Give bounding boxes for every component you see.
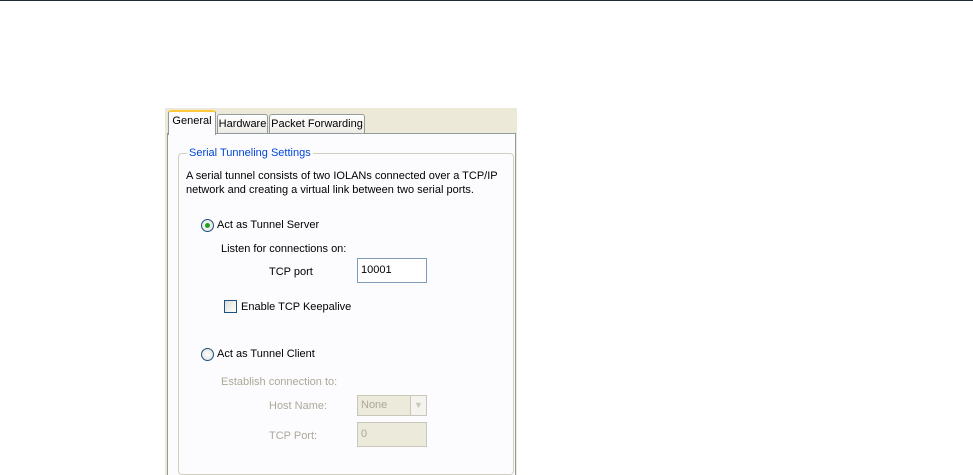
tab-general[interactable]: General	[168, 110, 216, 135]
tcp-keepalive-checkbox[interactable]	[224, 300, 237, 313]
serial-tunneling-groupbox: Serial Tunneling Settings A serial tunne…	[178, 146, 514, 475]
tunnel-server-label[interactable]: Act as Tunnel Server	[217, 218, 319, 232]
host-name-select[interactable]: None ▼	[357, 395, 427, 416]
description-line-2: network and creating a virtual link betw…	[186, 184, 474, 196]
properties-dialog: General Hardware Packet Forwarding Seria…	[165, 108, 517, 475]
tunnel-server-radio[interactable]	[201, 219, 214, 232]
listen-label: Listen for connections on:	[221, 243, 347, 255]
top-divider	[0, 0, 973, 1]
host-name-selected-value: None	[361, 399, 388, 411]
description-line-1: A serial tunnel consists of two IOLANs c…	[186, 170, 498, 182]
radio-selected-dot	[205, 223, 210, 228]
tab-strip: General Hardware Packet Forwarding	[165, 108, 517, 135]
tunnel-client-radio[interactable]	[201, 348, 214, 361]
tunnel-client-label[interactable]: Act as Tunnel Client	[217, 347, 315, 361]
client-tcp-port-input[interactable]: 0	[357, 422, 427, 447]
tcp-keepalive-label[interactable]: Enable TCP Keepalive	[241, 300, 351, 314]
server-tcp-port-label: TCP port	[269, 266, 313, 278]
group-title: Serial Tunneling Settings	[187, 146, 313, 160]
client-tcp-port-label: TCP Port:	[269, 430, 318, 442]
server-tcp-port-input[interactable]: 10001	[357, 258, 427, 283]
tab-hardware[interactable]: Hardware	[217, 114, 268, 133]
establish-label: Establish connection to:	[221, 376, 338, 388]
host-name-label: Host Name:	[269, 400, 328, 412]
chevron-down-icon[interactable]: ▼	[410, 396, 426, 415]
tab-packet-forwarding[interactable]: Packet Forwarding	[269, 114, 365, 133]
tab-panel-general: Serial Tunneling Settings A serial tunne…	[167, 133, 516, 475]
